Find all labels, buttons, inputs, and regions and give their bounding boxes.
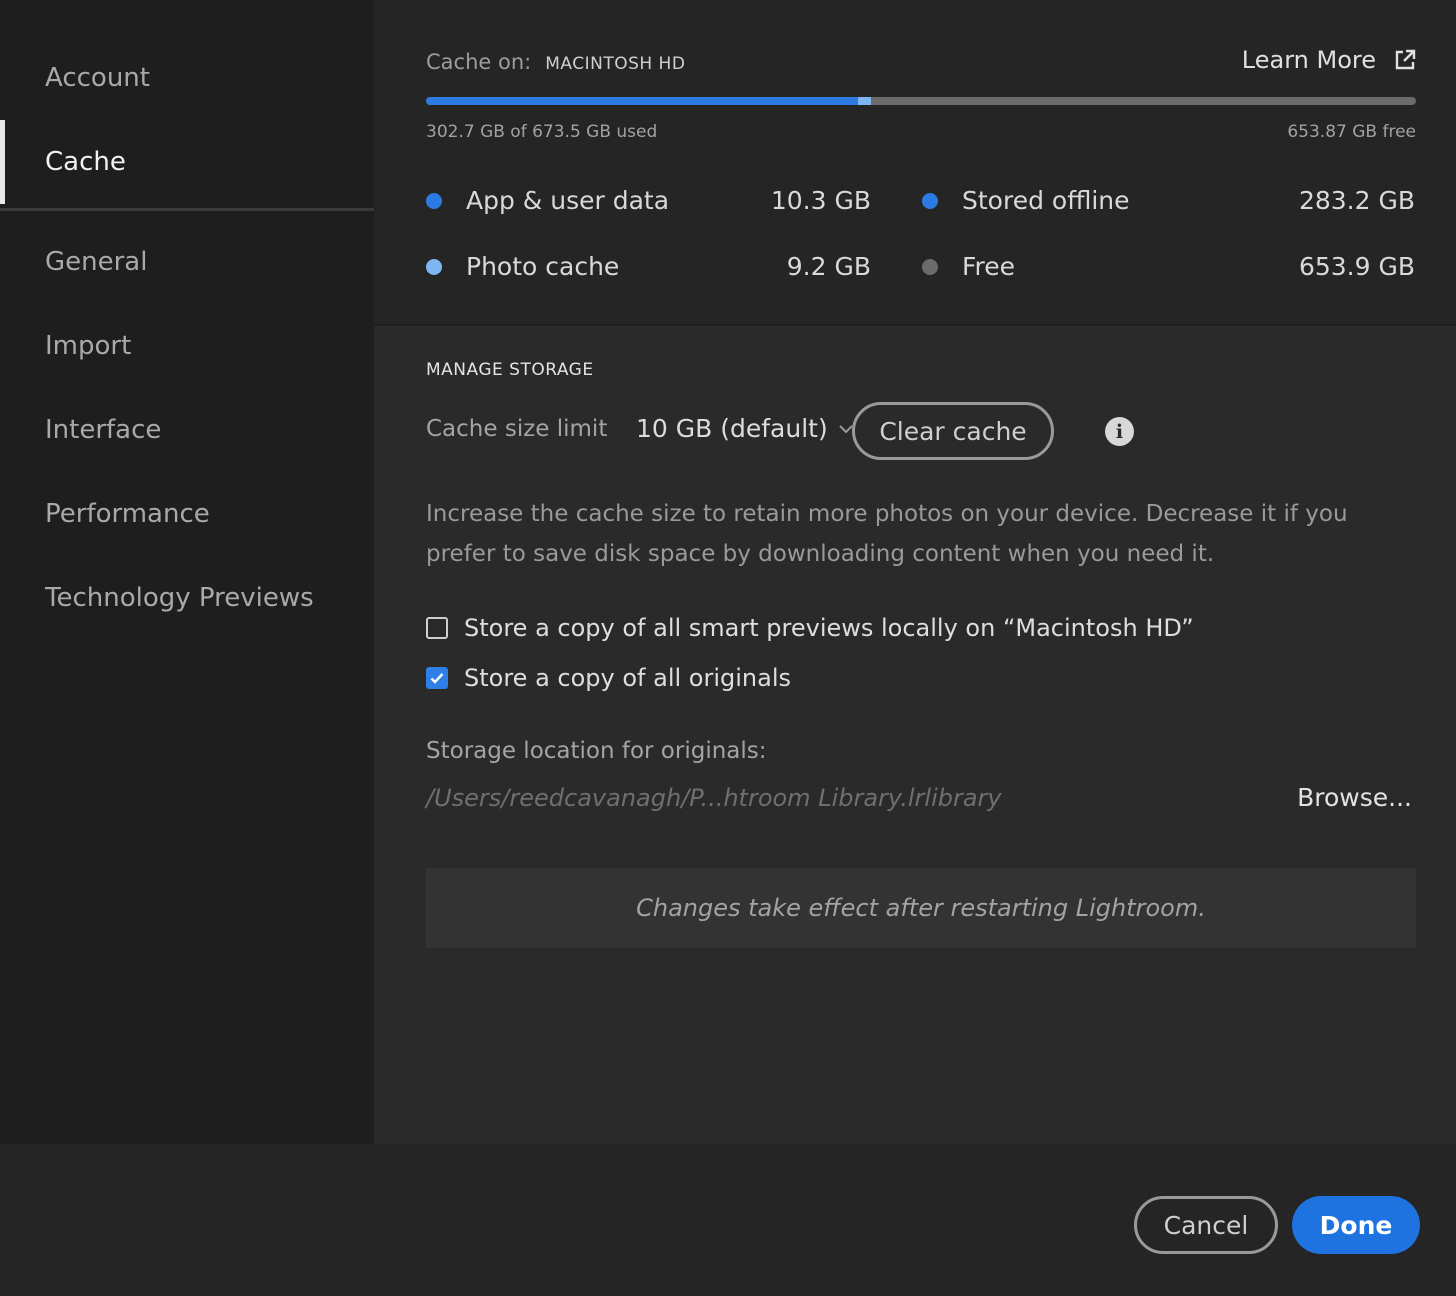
originals-checkbox-row[interactable]: Store a copy of all originals: [426, 664, 791, 692]
smart-previews-checkbox[interactable]: [426, 617, 448, 639]
info-icon[interactable]: i: [1105, 417, 1134, 446]
sidebar: Account Cache General Import Interface P…: [0, 0, 374, 1144]
section-title: MANAGE STORAGE: [426, 360, 594, 380]
smart-previews-checkbox-row[interactable]: Store a copy of all smart previews local…: [426, 614, 1194, 642]
legend-value: 9.2 GB: [786, 252, 871, 281]
sidebar-divider: [0, 208, 374, 211]
smart-previews-label: Store a copy of all smart previews local…: [464, 614, 1194, 642]
sidebar-item-label: Interface: [45, 415, 162, 445]
drive-name: MACINTOSH HD: [545, 54, 686, 74]
checkmark-icon: [430, 673, 444, 684]
sidebar-item-label: General: [45, 247, 148, 277]
cache-size-limit-label: Cache size limit: [426, 416, 608, 442]
restart-notice: Changes take effect after restarting Lig…: [426, 868, 1416, 948]
sidebar-item-label: Cache: [45, 147, 126, 177]
sidebar-item-label: Account: [45, 63, 150, 93]
cache-size-value: 10 GB (default): [636, 414, 828, 443]
storage-usage-bar: [426, 97, 1416, 105]
sidebar-item-general[interactable]: General: [0, 220, 374, 304]
sidebar-item-label: Performance: [45, 499, 210, 529]
legend-value: 10.3 GB: [770, 186, 871, 215]
storage-usage-fill: [426, 97, 858, 105]
sidebar-item-interface[interactable]: Interface: [0, 388, 374, 472]
legend-dot-icon: [922, 192, 938, 209]
external-link-icon: [1395, 49, 1416, 70]
originals-checkbox[interactable]: [426, 667, 448, 689]
legend-dot-icon: [922, 258, 938, 275]
sidebar-item-label: Import: [45, 331, 132, 361]
sidebar-item-account[interactable]: Account: [0, 36, 374, 120]
legend-dot-icon: [426, 258, 442, 275]
legend-label: Stored offline: [962, 186, 1130, 215]
learn-more-label: Learn More: [1241, 46, 1376, 74]
cache-description: Increase the cache size to retain more p…: [426, 501, 1348, 567]
legend-label: Photo cache: [466, 252, 620, 281]
restart-notice-text: Changes take effect after restarting Lig…: [636, 894, 1206, 922]
learn-more-link[interactable]: Learn More: [1242, 46, 1416, 74]
clear-cache-button[interactable]: Clear cache: [852, 402, 1054, 460]
storage-location-path: /Users/reedcavanagh/P...htroom Library.l…: [426, 784, 1002, 812]
sidebar-item-performance[interactable]: Performance: [0, 472, 374, 556]
legend-dot-icon: [426, 192, 442, 209]
cancel-button[interactable]: Cancel: [1134, 1196, 1278, 1254]
sidebar-item-label: Technology Previews: [45, 583, 314, 613]
legend-label: App & user data: [466, 186, 670, 215]
done-button[interactable]: Done: [1292, 1196, 1420, 1254]
sidebar-item-cache[interactable]: Cache: [0, 120, 374, 204]
cache-size-select[interactable]: 10 GB (default): [636, 414, 854, 443]
legend-label: Free: [962, 252, 1016, 281]
legend-value: 653.9 GB: [1298, 252, 1415, 281]
cache-on-label: Cache on:: [426, 50, 532, 74]
originals-label: Store a copy of all originals: [464, 664, 791, 692]
cache-on: Cache on: MACINTOSH HD: [426, 50, 685, 74]
preferences-dialog: Account Cache General Import Interface P…: [0, 0, 1456, 1296]
legend-app-user-data: App & user data: [426, 186, 669, 215]
legend-free: Free: [922, 252, 1015, 281]
sidebar-item-technology-previews[interactable]: Technology Previews: [0, 556, 374, 640]
browse-button[interactable]: Browse...: [1297, 783, 1412, 812]
legend-photo-cache: Photo cache: [426, 252, 619, 281]
free-text: 653.87 GB free: [1287, 122, 1416, 142]
used-text: 302.7 GB of 673.5 GB used: [426, 122, 658, 142]
legend-stored-offline: Stored offline: [922, 186, 1130, 215]
legend-value: 283.2 GB: [1298, 186, 1415, 215]
sidebar-item-import[interactable]: Import: [0, 304, 374, 388]
photo-cache-fill: [858, 97, 871, 105]
storage-location-label: Storage location for originals:: [426, 738, 767, 764]
